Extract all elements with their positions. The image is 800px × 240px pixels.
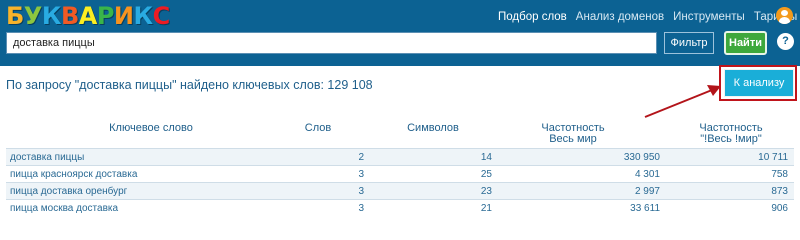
table-row[interactable]: пицца доставка оренбург 3 23 2 997 873: [6, 182, 794, 199]
cell-words: 3: [358, 186, 364, 197]
cell-symbols: 21: [480, 203, 492, 214]
arrow-shaft: [644, 89, 713, 118]
cell-symbols: 14: [480, 152, 492, 163]
cell-freq-exact: 758: [771, 169, 788, 180]
cell-freq-all: 33 611: [630, 203, 660, 214]
cell-keyword[interactable]: пицца красноярск доставка: [10, 169, 137, 180]
table-row[interactable]: пицца красноярск доставка 3 25 4 301 758: [6, 165, 794, 182]
cell-symbols: 25: [480, 169, 492, 180]
cell-freq-exact: 873: [771, 186, 788, 197]
cell-symbols: 23: [480, 186, 492, 197]
col-header-freq-all[interactable]: Частотность Весь мир: [528, 123, 618, 145]
to-analysis-button[interactable]: К анализу: [724, 69, 794, 97]
cell-words: 2: [358, 152, 364, 163]
col-header-freq-exact[interactable]: Частотность "!Весь !мир": [676, 123, 786, 145]
col-header-freq-exact-line2: "!Весь !мир": [700, 133, 762, 145]
keyword-table-body: доставка пиццы 2 14 330 950 10 711 пицца…: [6, 148, 794, 216]
col-header-freq-all-line2: Весь мир: [549, 133, 597, 145]
cell-keyword[interactable]: пицца москва доставка: [10, 203, 118, 214]
cell-freq-exact: 906: [771, 203, 788, 214]
cell-words: 3: [358, 169, 364, 180]
cell-freq-all: 330 950: [623, 152, 660, 163]
cell-freq-all: 4 301: [634, 169, 660, 180]
table-header: Ключевое слово Слов Символов Частотность…: [6, 116, 794, 148]
cell-freq-exact: 10 711: [758, 152, 788, 163]
table-row[interactable]: пицца москва доставка 3 21 33 611 906: [6, 199, 794, 216]
cell-keyword[interactable]: доставка пиццы: [10, 152, 84, 163]
cell-words: 3: [358, 203, 364, 214]
col-header-symbols[interactable]: Символов: [398, 123, 468, 134]
cell-keyword[interactable]: пицца доставка оренбург: [10, 186, 127, 197]
col-header-words[interactable]: Слов: [298, 123, 338, 134]
table-row[interactable]: доставка пиццы 2 14 330 950 10 711: [6, 148, 794, 165]
cell-freq-all: 2 997: [634, 186, 660, 197]
col-header-keyword[interactable]: Ключевое слово: [86, 123, 216, 134]
